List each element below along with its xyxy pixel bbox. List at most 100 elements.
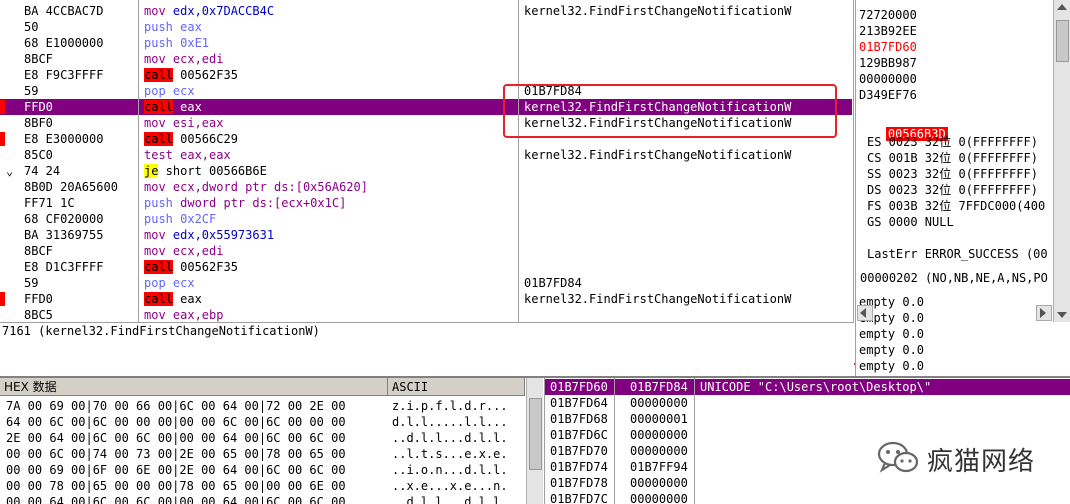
wechat-icon (877, 441, 919, 473)
stack-address: 01B7FD64 (550, 396, 608, 410)
disasm-hex-bytes: 50 (24, 20, 39, 34)
hexdump-row[interactable]: 7A 00 69 00|70 00 66 00|6C 00 64 00|72 0… (0, 398, 525, 414)
instruction-token: push eax (144, 20, 202, 34)
disasm-hex-bytes: 59 (24, 276, 39, 290)
segment-register-line[interactable]: FS 003B 32位 7FFDC000(400 (867, 198, 1045, 214)
disasm-row[interactable]: 68 CF020000 push 0x2CF (0, 211, 852, 227)
disasm-row[interactable]: BA 31369755 mov edx,0x55973631 (0, 227, 852, 243)
stack-address: 01B7FD68 (550, 412, 608, 426)
instruction-token: pop ecx (144, 84, 195, 98)
registers-pane[interactable]: 72720000 213B92EE 01B7FD60 129BB987 00000000… (855, 0, 1070, 376)
disasm-row[interactable]: 8B0D 20A65600 mov ecx,dword ptr ds:[0x56A… (0, 179, 852, 195)
instruction-token: ecx,dword ptr ds:[0x56A620] (172, 180, 368, 194)
stack-row[interactable]: 01B7FD68 00000001 (544, 411, 1070, 427)
ascii-column-header[interactable]: ASCII (388, 378, 525, 396)
stack-left-border (544, 378, 545, 504)
instruction-token: call (144, 132, 173, 146)
disasm-right-border (853, 0, 854, 322)
info-line-text: 7161 (kernel32.FindFirstChangeNotificati… (2, 324, 320, 338)
hexdump-row[interactable]: 64 00 6C 00|6C 00 00 00|00 00 6C 00|6C 0… (0, 414, 525, 430)
fpu-register-line[interactable]: empty 0.0 (859, 358, 924, 374)
stack-value: 01B7FD84 (630, 380, 688, 394)
disasm-instruction: push eax (144, 19, 202, 35)
disasm-row[interactable]: 68 E1000000 push 0xE1 (0, 35, 852, 51)
registers-left-border (855, 0, 856, 376)
disasm-instruction: pop ecx (144, 275, 195, 291)
disasm-row[interactable]: 85C0 test eax,eax kernel32.FindFirstChange… (0, 147, 852, 163)
stack-row[interactable]: 01B7FD60 01B7FD84 UNICODE "C:\Users\root\D… (544, 379, 1070, 395)
stack-row[interactable]: 01B7FD7C 00000000 (544, 491, 1070, 504)
disasm-row[interactable]: 8BC5 mov eax,ebp (0, 307, 852, 322)
breakpoint-marker[interactable] (0, 132, 5, 146)
instruction-token: je (144, 164, 159, 178)
scroll-up-arrow-icon[interactable] (1057, 4, 1067, 10)
disasm-instruction: mov ecx,dword ptr ds:[0x56A620] (144, 179, 368, 195)
disasm-row[interactable]: FF71 1C push dword ptr ds:[ecx+0x1C] (0, 195, 852, 211)
breakpoint-marker[interactable] (0, 292, 5, 306)
scroll-left-arrow-icon (860, 308, 866, 318)
instruction-token: mov (144, 4, 173, 18)
fpu-register-line[interactable]: empty 0.0 (859, 342, 924, 358)
hexdump-row[interactable]: 00 00 69 00|6F 00 6E 00|2E 00 64 00|6C 0… (0, 462, 525, 478)
disasm-instruction: mov eax,ebp (144, 307, 223, 322)
hex-bytes: 00 00 69 00|6F 00 6E 00|2E 00 64 00|6C 0… (6, 463, 346, 477)
segment-register-line[interactable]: ES 0023 32位 0(FFFFFFFF) (867, 134, 1038, 150)
disasm-row[interactable]: E8 D1C3FFFF call 00562F35 (0, 259, 852, 275)
hexdump-pane[interactable]: HEX 数据 ASCII 7A 00 69 00|70 00 66 00|6C … (0, 378, 543, 504)
disasm-row[interactable]: 50 push eax (0, 19, 852, 35)
disasm-instruction: call 00562F35 (144, 259, 238, 275)
disasm-row[interactable]: E8 F9C3FFFF call 00562F35 (0, 67, 852, 83)
segment-register-line[interactable]: SS 0023 32位 0(FFFFFFFF) (867, 166, 1038, 182)
hex-bytes: 00 00 64 00|6C 00 6C 00|00 00 64 00|6C 0… (6, 495, 346, 504)
disasm-instruction: je short 00566B6E (144, 163, 267, 179)
instruction-token: call (144, 292, 173, 306)
annotation-box-call (503, 84, 837, 138)
register-value-line[interactable]: 72720000 (859, 7, 917, 23)
stack-row[interactable]: 01B7FD64 00000000 (544, 395, 1070, 411)
instruction-token: push 0xE1 (144, 36, 210, 50)
disasm-hex-bytes: 68 CF020000 (24, 212, 104, 226)
register-value-line[interactable]: 01B7FD60 (859, 39, 917, 55)
disasm-row[interactable]: BA 4CCBAC7D mov edx,0x7DACCB4C kernel32.Fi… (0, 3, 852, 19)
register-value-line[interactable]: 129BB987 (859, 55, 917, 71)
stack-comment: UNICODE "C:\Users\root\Desktop\" (700, 380, 932, 394)
disasm-instruction: pop ecx (144, 83, 195, 99)
hexdump-row[interactable]: 2E 00 64 00|6C 00 6C 00|00 00 64 00|6C 0… (0, 430, 525, 446)
disasm-row[interactable]: 74 24 je short 00566B6E ⌄ (0, 163, 852, 179)
hex-scroll-thumb[interactable] (529, 398, 542, 470)
instruction-token: edx,0x7DACCB4C (172, 4, 275, 18)
disasm-instruction: call eax (144, 99, 202, 115)
stack-address: 01B7FD6C (550, 428, 608, 442)
registers-scrollbar[interactable] (1053, 0, 1070, 322)
eip-register[interactable]: 00566B3D (857, 110, 948, 141)
segment-register-line[interactable]: GS 0000 NULL (867, 214, 954, 230)
disasm-row[interactable]: 8BCF mov ecx,edi (0, 243, 852, 259)
breakpoint-marker[interactable] (0, 100, 5, 114)
disasm-row[interactable]: 8BCF mov ecx,edi (0, 51, 852, 67)
hexdump-scrollbar[interactable] (526, 378, 543, 504)
instruction-token: mov (144, 228, 173, 242)
disasm-row[interactable]: FFD0 call eax kernel32.FindFirstChangeNoti… (0, 291, 852, 307)
fpu-register-line[interactable]: empty 0.0 (859, 326, 924, 342)
register-value-line[interactable]: 213B92EE (859, 23, 917, 39)
hexdump-row[interactable]: 00 00 78 00|65 00 00 00|78 00 65 00|00 0… (0, 478, 525, 494)
instruction-token: 00562F35 (172, 260, 238, 274)
scroll-down-arrow-icon[interactable] (1057, 312, 1067, 318)
segment-register-line[interactable]: DS 0023 32位 0(FFFFFFFF) (867, 182, 1038, 198)
register-value-line[interactable]: 00000000 (859, 71, 917, 87)
hex-column-header[interactable]: HEX 数据 (0, 378, 388, 396)
disasm-row[interactable]: 59 pop ecx 01B7FD84 (0, 275, 852, 291)
stack-value: 00000000 (630, 476, 688, 490)
register-value-line[interactable]: D349EF76 (859, 87, 917, 103)
disasm-instruction: test eax,eax (144, 147, 231, 163)
scroll-thumb[interactable] (1056, 20, 1069, 62)
ascii-text: ..i.o.n...d.l.l. (392, 463, 508, 477)
disasm-hex-bytes: BA 31369755 (24, 228, 104, 242)
hexdump-row[interactable]: 00 00 64 00|6C 00 6C 00|00 00 64 00|6C 0… (0, 494, 525, 504)
watermark: 疯猫网络 (877, 438, 1067, 478)
disasm-instruction: push dword ptr ds:[ecx+0x1C] (144, 195, 346, 211)
segment-register-line[interactable]: CS 001B 32位 0(FFFFFFFF) (867, 150, 1038, 166)
hexdump-row[interactable]: 00 00 6C 00|74 00 73 00|2E 00 65 00|78 0… (0, 446, 525, 462)
disasm-hex-bytes: 68 E1000000 (24, 36, 104, 50)
disassembly-pane[interactable]: BA 4CCBAC7D mov edx,0x7DACCB4C kernel32.Fi… (0, 0, 854, 322)
